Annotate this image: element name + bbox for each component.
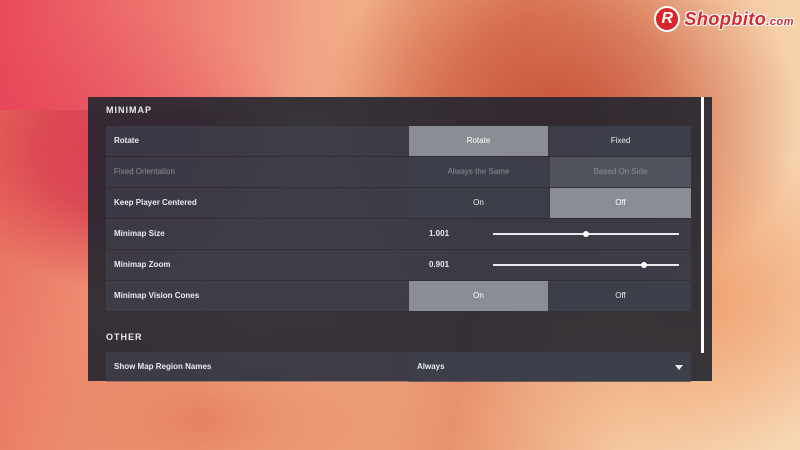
fixed-orientation-option-based-on-side: Based On Side — [550, 157, 691, 187]
minimap-size-slider[interactable] — [493, 231, 679, 237]
shopbito-logo: R Shopbito.com — [654, 6, 794, 32]
chevron-down-icon — [675, 365, 683, 370]
setting-row-keep-player-centered: Keep Player Centered On Off — [106, 188, 691, 218]
minimap-size-value[interactable]: 1.001 — [429, 219, 449, 249]
setting-label: Minimap Vision Cones — [114, 291, 200, 300]
settings-panel: MINIMAP Rotate Rotate Fixed Fixed Orient… — [88, 97, 712, 382]
keep-centered-option-on[interactable]: On — [409, 188, 548, 218]
slider-thumb[interactable] — [583, 231, 589, 237]
fixed-orientation-option-always-same: Always the Same — [409, 157, 548, 187]
rotate-option-rotate[interactable]: Rotate — [409, 126, 548, 156]
logo-text: Shopbito.com — [684, 9, 794, 30]
setting-label: Keep Player Centered — [114, 198, 197, 207]
keep-centered-option-off[interactable]: Off — [550, 188, 691, 218]
setting-label: Minimap Size — [114, 229, 165, 238]
setting-label: Show Map Region Names — [114, 362, 212, 371]
vision-cones-option-off[interactable]: Off — [550, 281, 691, 311]
region-names-dropdown[interactable]: Always — [409, 352, 691, 382]
setting-row-vision-cones: Minimap Vision Cones On Off — [106, 281, 691, 311]
vision-cones-option-on[interactable]: On — [409, 281, 548, 311]
setting-label: Rotate — [114, 136, 139, 145]
scrollbar[interactable] — [701, 97, 704, 353]
background-blur-highlight — [0, 0, 360, 110]
dropdown-value: Always — [417, 362, 445, 371]
minimap-zoom-value[interactable]: 0.901 — [429, 250, 449, 280]
section-title-minimap: MINIMAP — [106, 105, 152, 115]
setting-label: Minimap Zoom — [114, 260, 171, 269]
logo-name: Shopbito — [684, 8, 767, 29]
logo-suffix: .com — [766, 15, 794, 28]
setting-row-minimap-size: Minimap Size 1.001 — [106, 219, 691, 249]
rotate-option-fixed[interactable]: Fixed — [550, 126, 691, 156]
setting-row-show-region-names: Show Map Region Names Always — [106, 352, 691, 382]
minimap-zoom-slider[interactable] — [493, 262, 679, 268]
slider-thumb[interactable] — [640, 262, 647, 268]
section-title-other: OTHER — [106, 332, 143, 342]
logo-badge-icon: R — [654, 6, 681, 32]
setting-row-rotate: Rotate Rotate Fixed — [106, 126, 691, 156]
setting-row-fixed-orientation: Fixed Orientation Always the Same Based … — [106, 157, 691, 187]
setting-row-minimap-zoom: Minimap Zoom 0.901 — [106, 250, 691, 280]
setting-label: Fixed Orientation — [114, 167, 175, 176]
